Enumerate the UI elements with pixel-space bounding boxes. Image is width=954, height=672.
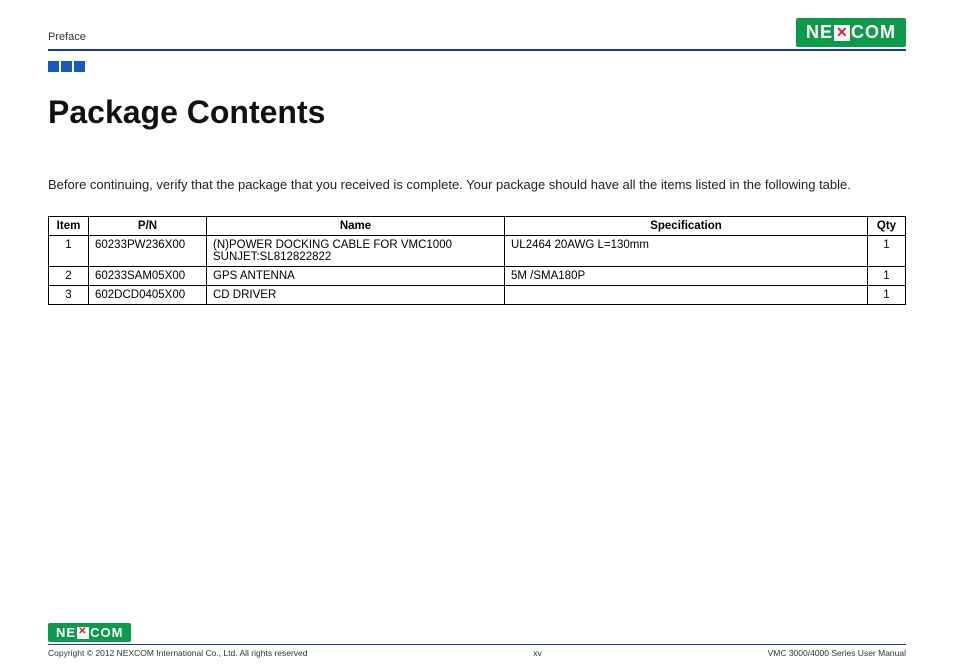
logo-text-right: COM: [90, 625, 123, 640]
logo-x-icon: [77, 627, 89, 639]
cell-spec: [505, 286, 868, 305]
cell-qty: 1: [868, 267, 906, 286]
cell-name: (N)POWER DOCKING CABLE FOR VMC1000 SUNJE…: [207, 236, 505, 267]
th-spec: Specification: [505, 217, 868, 236]
section-label: Preface: [48, 31, 86, 47]
cell-pn: 602DCD0405X00: [89, 286, 207, 305]
cell-qty: 1: [868, 236, 906, 267]
table-header-row: Item P/N Name Specification Qty: [49, 217, 906, 236]
cell-spec: 5M /SMA180P: [505, 267, 868, 286]
th-pn: P/N: [89, 217, 207, 236]
footer-brand-logo: NE COM: [48, 623, 131, 642]
header-divider: [48, 49, 906, 51]
cell-qty: 1: [868, 286, 906, 305]
page-number: xv: [533, 648, 542, 658]
cell-pn: 60233PW236X00: [89, 236, 207, 267]
th-item: Item: [49, 217, 89, 236]
th-qty: Qty: [868, 217, 906, 236]
package-contents-table: Item P/N Name Specification Qty 1 60233P…: [48, 216, 906, 305]
intro-text: Before continuing, verify that the packa…: [48, 177, 906, 192]
page-title: Package Contents: [48, 94, 906, 131]
cell-name: CD DRIVER: [207, 286, 505, 305]
table-row: 2 60233SAM05X00 GPS ANTENNA 5M /SMA180P …: [49, 267, 906, 286]
cell-item: 1: [49, 236, 89, 267]
table-row: 3 602DCD0405X00 CD DRIVER 1: [49, 286, 906, 305]
decorative-squares: [48, 61, 906, 72]
brand-logo: NE COM: [796, 18, 906, 47]
cell-name: GPS ANTENNA: [207, 267, 505, 286]
cell-item: 3: [49, 286, 89, 305]
cell-pn: 60233SAM05X00: [89, 267, 207, 286]
cell-spec: UL2464 20AWG L=130mm: [505, 236, 868, 267]
cell-item: 2: [49, 267, 89, 286]
logo-text-left: NE: [56, 625, 76, 640]
table-row: 1 60233PW236X00 (N)POWER DOCKING CABLE F…: [49, 236, 906, 267]
copyright-text: Copyright © 2012 NEXCOM International Co…: [48, 648, 308, 658]
logo-text-right: COM: [851, 22, 896, 43]
logo-x-icon: [834, 25, 850, 41]
th-name: Name: [207, 217, 505, 236]
logo-text-left: NE: [806, 22, 833, 43]
footer-divider: [48, 644, 906, 645]
document-title: VMC 3000/4000 Series User Manual: [768, 648, 906, 658]
